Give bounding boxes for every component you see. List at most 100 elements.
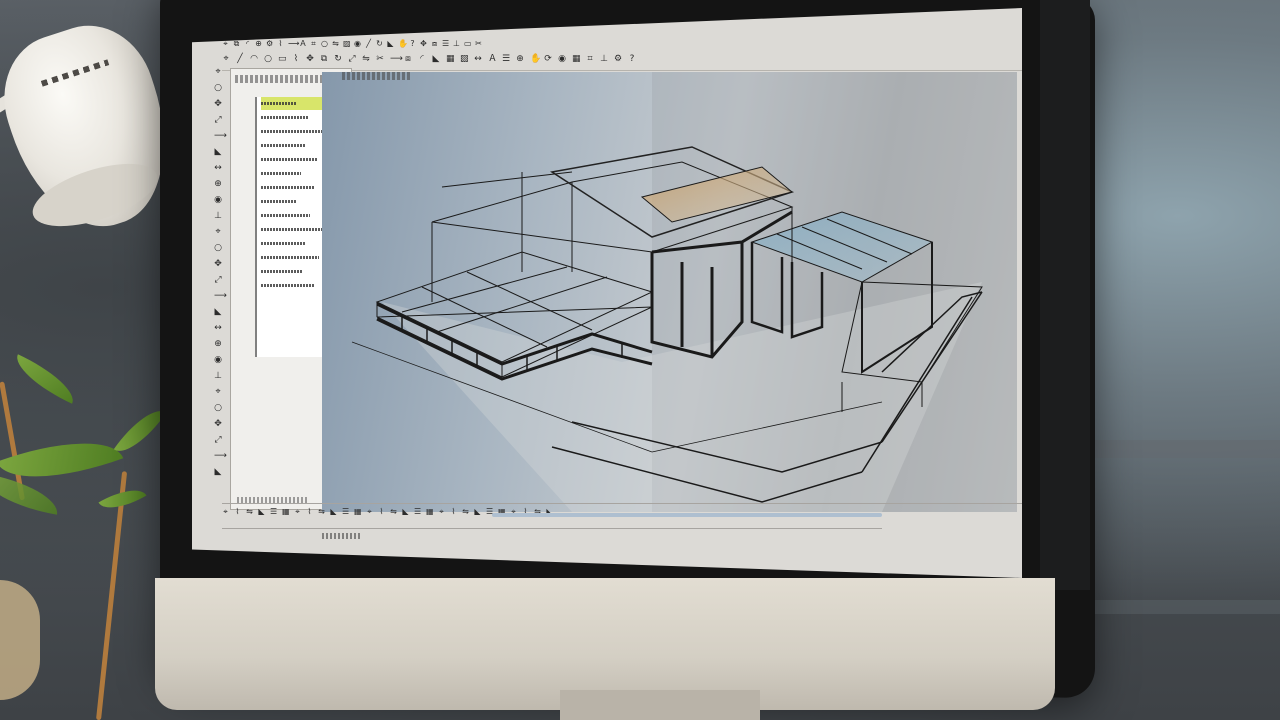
menu-glyph-icon[interactable]: Ａ — [299, 40, 307, 48]
spline-tool-icon[interactable]: ↔ — [214, 164, 222, 173]
help-icon[interactable]: ? — [628, 54, 636, 64]
photo-scene: ⌖ ⧉ ◜ ⊕ ⚙ ⌇ ⟶ Ａ ⌗ ○ ⇋ ▨ ◉ ╱ ↻ ◣ ✋? ✥ ⧈ ☰ ⊥ ▭ ✂ ⌖ ╱ ◠ ○ ▭ ⌇ ✥ ⧉ ↻ ⤢ ⇋ ✂ ⟶ ⧈ ◜… — [0, 0, 1280, 720]
text-icon[interactable]: Ａ — [488, 54, 497, 64]
beam-tool-icon[interactable]: ⟶ — [214, 292, 227, 301]
cursor-icon[interactable]: ⌖ — [222, 54, 230, 64]
fillet-icon[interactable]: ◜ — [418, 54, 426, 64]
scale-icon[interactable]: ⤢ — [348, 54, 356, 64]
pan-icon[interactable]: ✋ — [530, 54, 541, 64]
3d-viewport[interactable] — [322, 72, 1017, 512]
snap-icon[interactable]: ⌗ — [586, 54, 594, 64]
arc-icon[interactable]: ◠ — [250, 54, 258, 64]
menu-glyph-icon[interactable]: ⇋ — [332, 40, 339, 48]
menu-glyph-icon[interactable]: ╱ — [365, 40, 372, 48]
line-icon[interactable]: ╱ — [236, 54, 244, 64]
menu-glyph-icon[interactable]: ◣ — [387, 40, 394, 48]
text-tool-icon[interactable]: ↔ — [214, 324, 222, 333]
status-glyph-icon: ⇋ — [318, 507, 325, 516]
extend-icon[interactable]: ⟶ — [390, 54, 403, 64]
status-glyph-icon: ⌇ — [307, 507, 312, 516]
copy-icon[interactable]: ⧉ — [320, 54, 328, 64]
layers-tool-icon[interactable]: ⤢ — [214, 436, 222, 445]
dimension-icon[interactable]: ↔ — [474, 54, 482, 64]
menu-glyph-icon[interactable]: ↻ — [376, 40, 383, 48]
polygon-tool-icon[interactable]: ◣ — [214, 148, 222, 157]
cad-application-window: ⌖ ⧉ ◜ ⊕ ⚙ ⌇ ⟶ Ａ ⌗ ○ ⇋ ▨ ◉ ╱ ↻ ◣ ✋? ✥ ⧈ ☰ ⊥ ▭ ✂ ⌖ ╱ ◠ ○ ▭ ⌇ ✥ ⧉ ↻ ⤢ ⇋ ✂ ⟶ ⧈ ◜… — [192, 8, 1022, 578]
chamfer-icon[interactable]: ◣ — [432, 54, 440, 64]
menu-glyph-icon[interactable]: ⚙ — [266, 40, 273, 48]
menu-glyph-icon[interactable]: ▭ — [464, 40, 472, 48]
status-glyph-icon: ▦ — [354, 507, 362, 516]
status-glyph-icon: ☰ — [342, 507, 350, 516]
status-glyph-icon: ▦ — [282, 507, 290, 516]
redo-tool-icon[interactable]: ○ — [214, 404, 222, 413]
status-glyph-icon: ⇋ — [390, 507, 397, 516]
slab-tool-icon[interactable]: ✥ — [214, 260, 222, 269]
measure-tool-icon[interactable]: ◉ — [214, 356, 222, 365]
menu-glyph-icon[interactable]: ⊥ — [453, 40, 460, 48]
mirror-icon[interactable]: ⇋ — [362, 54, 370, 64]
menu-glyph-icon[interactable]: ✂ — [475, 40, 482, 48]
status-glyph-icon: ⌖ — [439, 507, 444, 516]
command-line[interactable] — [222, 528, 882, 547]
menu-glyph-icon[interactable]: ⌇ — [277, 40, 284, 48]
zoom-icon[interactable]: ⊕ — [516, 54, 524, 64]
menu-glyph-icon[interactable]: ? — [409, 40, 416, 48]
rect-tool-icon[interactable]: ⟶ — [214, 132, 227, 141]
layer-icon[interactable]: ☰ — [502, 54, 510, 64]
menu-glyph-icon[interactable]: ⌗ — [310, 40, 317, 48]
move-icon[interactable]: ✥ — [306, 54, 314, 64]
dim-tool-icon[interactable]: ◣ — [214, 308, 222, 317]
rotate-icon[interactable]: ↻ — [334, 54, 342, 64]
ortho-icon[interactable]: ⊥ — [600, 54, 608, 64]
window-tool-icon[interactable]: ⊥ — [214, 212, 222, 221]
settings-icon[interactable]: ⚙ — [614, 54, 622, 64]
zoom-tool-icon[interactable]: ✥ — [214, 420, 222, 429]
array-icon[interactable]: ▦ — [446, 54, 455, 64]
column-tool-icon[interactable]: ⤢ — [214, 276, 222, 285]
status-glyph-icon: ⌇ — [451, 507, 456, 516]
offset-icon[interactable]: ⧈ — [404, 54, 412, 64]
circle-icon[interactable]: ○ — [264, 54, 272, 64]
properties-tool-icon[interactable]: ⟶ — [214, 452, 227, 461]
status-glyph-icon: ☰ — [414, 507, 422, 516]
status-glyph-icon: ⌖ — [223, 507, 228, 516]
render-icon[interactable]: ◉ — [558, 54, 566, 64]
menu-glyph-icon[interactable]: ◜ — [244, 40, 251, 48]
menu-glyph-icon[interactable]: ◉ — [354, 40, 361, 48]
status-glyph-icon: ◣ — [330, 507, 337, 516]
menu-glyph-icon[interactable]: ▨ — [343, 40, 351, 48]
wall-tool-icon[interactable]: ⊕ — [214, 180, 222, 189]
menu-glyph-icon[interactable]: ⧈ — [431, 40, 438, 48]
circle-tool-icon[interactable]: ⤢ — [214, 116, 222, 125]
menu-glyph-icon[interactable]: ⌖ — [222, 40, 229, 48]
door-tool-icon[interactable]: ◉ — [214, 196, 222, 205]
menu-glyph-icon[interactable]: ☰ — [442, 40, 449, 48]
roof-tool-icon[interactable]: ○ — [214, 244, 222, 253]
orbit-icon[interactable]: ⟳ — [544, 54, 552, 64]
arc-tool-icon[interactable]: ✥ — [214, 100, 222, 109]
menu-glyph-icon[interactable]: ✥ — [420, 40, 427, 48]
menu-glyph-icon[interactable]: ⊕ — [255, 40, 262, 48]
background-shelf — [1080, 440, 1280, 458]
status-glyph-icon: ☰ — [270, 507, 278, 516]
trim-icon[interactable]: ✂ — [376, 54, 384, 64]
rect-icon[interactable]: ▭ — [278, 54, 287, 64]
polyline-icon[interactable]: ⌇ — [292, 54, 300, 64]
render-progress-bar — [492, 513, 882, 517]
menu-glyph-icon[interactable]: ⧉ — [233, 40, 240, 48]
command-input[interactable] — [322, 533, 362, 539]
stair-tool-icon[interactable]: ⌖ — [214, 228, 222, 237]
undo-tool-icon[interactable]: ⌖ — [214, 388, 222, 397]
hatch-tool-icon[interactable]: ⊕ — [214, 340, 222, 349]
menu-glyph-icon[interactable]: ⟶ — [288, 40, 299, 48]
line-tool-icon[interactable]: ○ — [214, 84, 222, 93]
menu-glyph-icon[interactable]: ○ — [321, 40, 328, 48]
select-tool-icon[interactable]: ⌖ — [214, 68, 222, 77]
viewport-tab[interactable] — [342, 72, 412, 80]
menu-glyph-icon[interactable]: ✋ — [398, 40, 408, 48]
erase-tool-icon[interactable]: ⊥ — [214, 372, 222, 381]
hatch-icon[interactable]: ▨ — [460, 54, 469, 64]
snap-tool-icon[interactable]: ◣ — [214, 468, 222, 477]
grid-icon[interactable]: ▦ — [572, 54, 581, 64]
